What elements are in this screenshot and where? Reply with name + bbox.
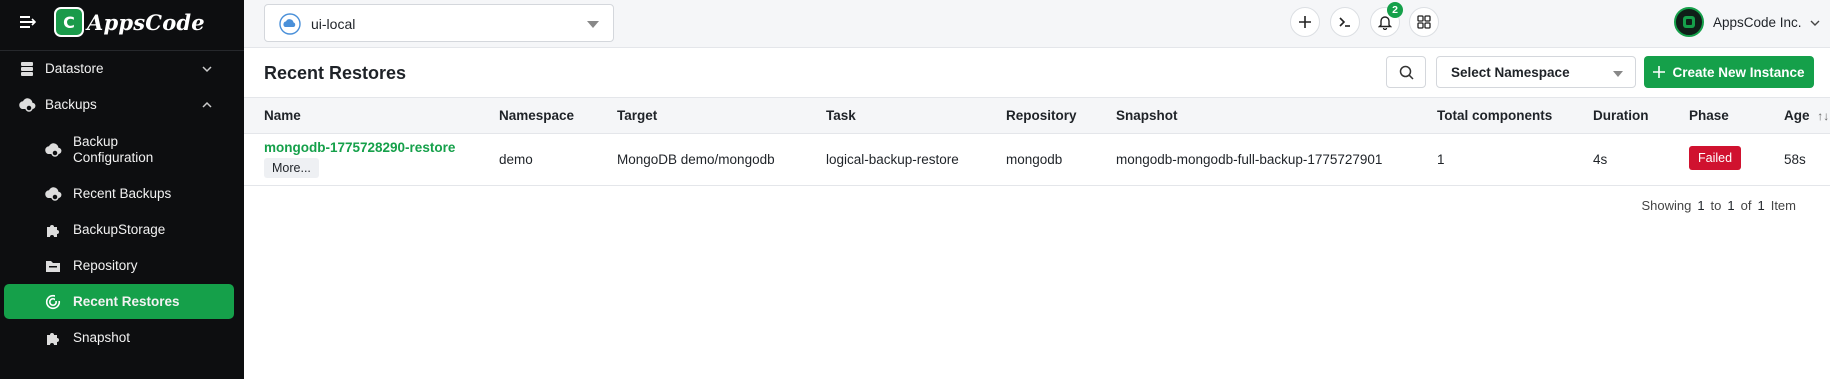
column-header-name[interactable]: Name [264, 108, 301, 123]
restore-name-link[interactable]: mongodb-1775728290-restore [264, 140, 455, 155]
cloud-gear-icon [18, 96, 36, 114]
namespace-select[interactable]: Select Namespace [1436, 56, 1636, 88]
column-header-snapshot[interactable]: Snapshot [1116, 108, 1178, 123]
page-header: Recent Restores Select Namespace Create … [244, 48, 1830, 98]
sidebar-item-label: Snapshot [73, 330, 131, 345]
sidebar-item-snapshot[interactable]: Snapshot [4, 323, 234, 353]
column-header-age[interactable]: Age ↑↓ [1784, 108, 1829, 123]
create-new-instance-button[interactable]: Create New Instance [1644, 56, 1814, 88]
search-button[interactable] [1386, 56, 1426, 88]
column-header-age-label: Age [1784, 108, 1810, 123]
add-button[interactable] [1290, 7, 1320, 37]
org-menu[interactable]: AppsCode Inc. [1674, 7, 1821, 37]
column-header-phase[interactable]: Phase [1689, 108, 1729, 123]
column-header-namespace[interactable]: Namespace [499, 108, 574, 123]
cloud-gear-icon [44, 185, 62, 203]
chevron-down-icon [1809, 16, 1821, 28]
restore-icon [44, 293, 62, 311]
sidebar-item-label: BackupStorage [73, 222, 166, 237]
database-icon [18, 60, 36, 78]
chevron-up-icon [200, 98, 214, 112]
sidebar-header: C AppsCode [0, 0, 244, 44]
pagination-to: 1 [1727, 198, 1735, 213]
column-header-task[interactable]: Task [826, 108, 856, 123]
plus-icon [1653, 66, 1666, 78]
notifications-count-badge: 2 [1387, 2, 1403, 18]
sidebar-divider [0, 50, 244, 51]
sidebar-item-label: Recent Restores [73, 294, 180, 309]
pagination-of-word: of [1740, 198, 1752, 213]
cell-duration: 4s [1593, 152, 1608, 167]
page-title: Recent Restores [264, 63, 407, 83]
sidebar-item-backupstorage[interactable]: BackupStorage [4, 215, 234, 245]
sort-icon: ↑↓ [1817, 109, 1830, 123]
puzzle-icon [44, 221, 62, 239]
table-header: Name Namespace Target Task Repository Sn… [244, 98, 1830, 134]
pagination-to-word: to [1710, 198, 1722, 213]
sidebar: C AppsCode Datastore Backups Backup Conf… [0, 0, 244, 379]
more-button[interactable]: More... [264, 158, 319, 178]
column-header-total-components[interactable]: Total components [1437, 108, 1552, 123]
sidebar-item-datastore[interactable]: Datastore [4, 54, 234, 84]
status-badge: Failed [1689, 146, 1742, 170]
caret-down-icon [587, 21, 599, 28]
pagination-total: 1 [1757, 198, 1765, 213]
apps-grid-button[interactable] [1409, 7, 1439, 37]
pagination-summary: Showing 1 to 1 of 1 Item [1641, 198, 1796, 213]
topbar: ui-local 2 AppsCode Inc. [244, 0, 1830, 48]
cluster-name: ui-local [311, 16, 356, 32]
cluster-select[interactable]: ui-local [264, 4, 614, 42]
sidebar-item-label: Datastore [45, 61, 104, 76]
sidebar-item-recent-backups[interactable]: Recent Backups [4, 179, 234, 209]
sidebar-item-backups[interactable]: Backups [4, 90, 234, 120]
avatar [1674, 7, 1704, 37]
sidebar-item-label: Backups [45, 97, 97, 112]
brand-logo[interactable]: C AppsCode [54, 6, 205, 38]
grid-icon [1417, 15, 1431, 29]
terminal-button[interactable] [1330, 7, 1360, 37]
folder-icon [44, 257, 62, 275]
cell-total-components: 1 [1437, 152, 1445, 167]
cell-namespace: demo [499, 152, 533, 167]
sidebar-item-label: Repository [73, 258, 138, 273]
sidebar-item-recent-restores[interactable]: Recent Restores [4, 284, 234, 319]
cell-age: 58s [1784, 152, 1806, 167]
cluster-cloud-icon [279, 13, 301, 35]
cell-snapshot: mongodb-mongodb-full-backup-1775727901 [1116, 152, 1383, 167]
org-name: AppsCode Inc. [1713, 14, 1802, 30]
notifications-button[interactable]: 2 [1370, 2, 1403, 37]
brand-logo-mark-icon: C [54, 7, 84, 37]
table-row: mongodb-1775728290-restore More... demo … [244, 134, 1830, 186]
sidebar-item-label: Recent Backups [73, 186, 172, 201]
create-new-instance-label: Create New Instance [1672, 64, 1805, 80]
pagination-showing: Showing [1641, 198, 1692, 213]
caret-down-icon [1613, 71, 1623, 77]
cell-task: logical-backup-restore [826, 152, 959, 167]
sidebar-item-backup-configuration[interactable]: Backup Configuration [4, 132, 234, 168]
puzzle-icon [44, 329, 62, 347]
chevron-down-icon [200, 62, 214, 76]
cell-repository: mongodb [1006, 152, 1063, 167]
terminal-icon [1338, 15, 1352, 29]
pagination-from: 1 [1697, 198, 1705, 213]
pagination-item-word: Item [1770, 198, 1796, 213]
plus-icon [1298, 15, 1312, 29]
column-header-repository[interactable]: Repository [1006, 108, 1077, 123]
cell-target: MongoDB demo/mongodb [617, 152, 775, 167]
column-header-target[interactable]: Target [617, 108, 657, 123]
search-icon [1399, 65, 1414, 80]
app-root: C AppsCode Datastore Backups Backup Conf… [0, 0, 1830, 379]
sidebar-item-label: Backup Configuration [73, 134, 154, 165]
column-header-duration[interactable]: Duration [1593, 108, 1649, 123]
cloud-gear-icon [44, 141, 62, 159]
namespace-select-label: Select Namespace [1451, 65, 1570, 80]
brand-logo-text: AppsCode [87, 9, 205, 35]
sidebar-item-repository[interactable]: Repository [4, 251, 234, 281]
menu-toggle-icon[interactable] [20, 12, 42, 32]
